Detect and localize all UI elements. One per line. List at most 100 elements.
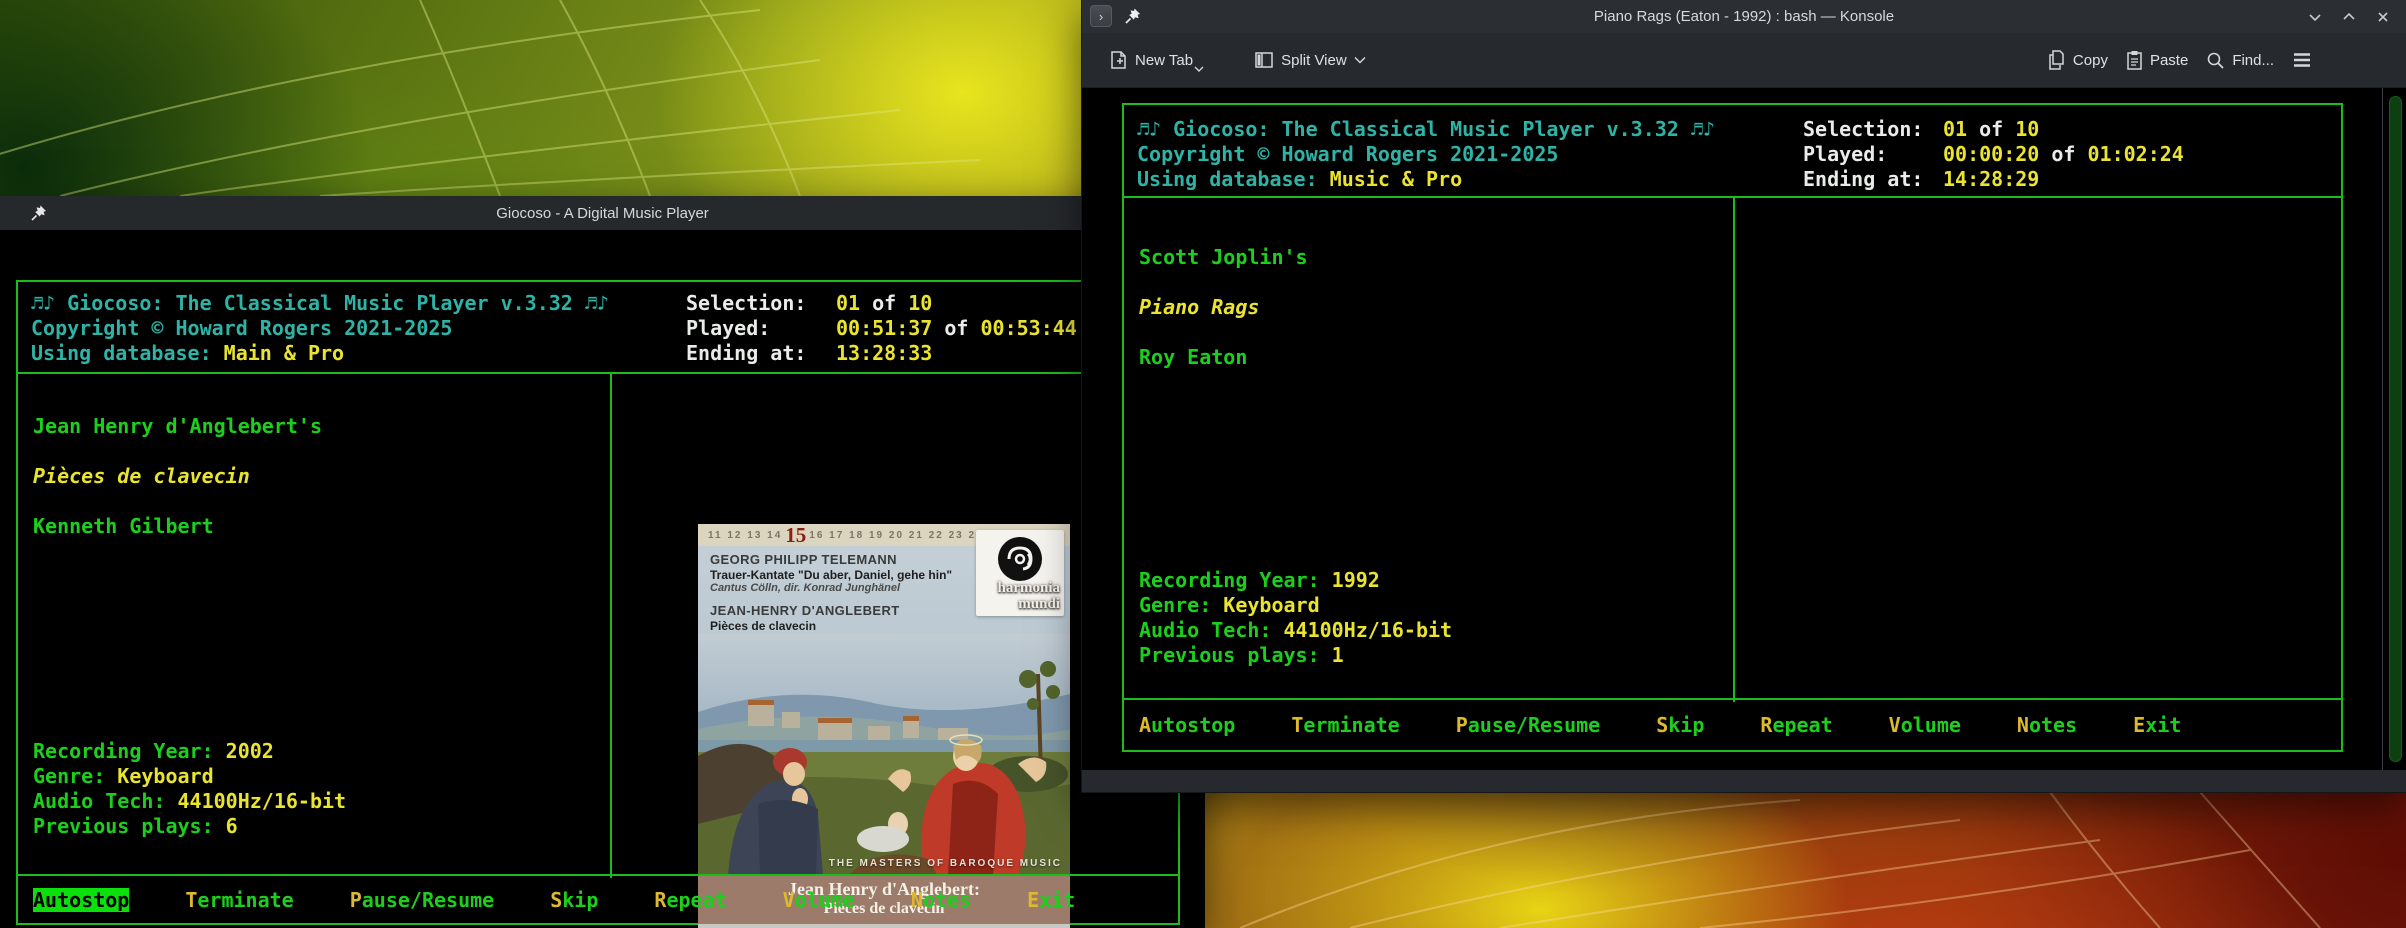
header-app-info: ♬♪ Giocoso: The Classical Music Player v…	[31, 291, 609, 366]
ending-label: Ending at:	[686, 341, 836, 366]
right-window-title: Piano Rags (Eaton - 1992) : bash — Konso…	[1082, 8, 2406, 25]
album-volume-number: 15	[785, 523, 806, 548]
album-work2: Pièces de clavecin	[710, 619, 952, 633]
previous-plays-label: Previous plays:	[1139, 643, 1332, 667]
database-name: Main & Pro	[224, 341, 344, 365]
split-view-button[interactable]: Split View	[1250, 44, 1370, 76]
giocoso-tui-left: ♬♪ Giocoso: The Classical Music Player v…	[16, 280, 1180, 925]
split-view-icon	[1254, 50, 1274, 70]
played-label: Played:	[686, 316, 836, 341]
album-painting	[698, 634, 1070, 876]
menu-item-exit[interactable]: Exit	[1027, 888, 1075, 912]
left-terminal-area: ♬♪ Giocoso: The Classical Music Player v…	[0, 230, 1205, 928]
audio-tech-label: Audio Tech:	[33, 789, 178, 813]
label-name-line2: mundi	[1018, 596, 1060, 613]
paste-icon	[2126, 50, 2143, 70]
search-icon	[2206, 51, 2225, 70]
performer-name: Kenneth Gilbert	[33, 514, 214, 538]
played-total: 00:53:44	[981, 316, 1077, 340]
maximize-icon[interactable]	[2340, 8, 2358, 26]
of-word: of	[860, 291, 908, 315]
copyright-line: Copyright © Howard Rogers 2021-2025	[1137, 142, 1715, 167]
ending-label: Ending at:	[1803, 167, 1943, 192]
menu-item-volume[interactable]: Volume	[783, 888, 855, 912]
album-performers1: Cantus Cölln, dir. Konrad Junghänel	[710, 582, 952, 594]
menu-item-repeat[interactable]: Repeat	[1760, 713, 1832, 737]
audio-tech-label: Audio Tech:	[1139, 618, 1284, 642]
copy-icon	[2048, 50, 2066, 70]
menu-item-autostop[interactable]: Autostop	[1139, 713, 1235, 737]
find-button[interactable]: Find...	[2202, 45, 2278, 76]
paste-label: Paste	[2150, 52, 2188, 69]
now-playing-panel: Jean Henry d'Anglebert's Pièces de clave…	[18, 374, 612, 878]
left-titlebar[interactable]: Giocoso - A Digital Music Player	[0, 196, 1205, 230]
right-titlebar[interactable]: › Piano Rags (Eaton - 1992) : bash — Kon…	[1082, 0, 2406, 33]
tui-body: Scott Joplin's Piano Rags Roy Eaton Reco…	[1124, 198, 2341, 702]
recording-details: Recording Year: 1992 Genre: Keyboard Aud…	[1139, 568, 1452, 668]
previous-plays-label: Previous plays:	[33, 814, 226, 838]
copy-label: Copy	[2073, 52, 2108, 69]
copyright-line: Copyright © Howard Rogers 2021-2025	[31, 316, 609, 341]
composer-name: Scott Joplin's	[1139, 245, 1308, 269]
album-work1: Trauer-Kantate "Du aber, Daniel, gehe hi…	[710, 568, 952, 582]
pin-icon[interactable]	[1124, 7, 1142, 25]
app-title-line: ♬♪ Giocoso: The Classical Music Player v…	[31, 291, 609, 316]
header-app-info: ♬♪ Giocoso: The Classical Music Player v…	[1137, 117, 1715, 192]
menu-item-pause-resume[interactable]: Pause/Resume	[350, 888, 495, 912]
of-word: of	[932, 316, 980, 340]
album-credits: GEORG PHILIPP TELEMANN Trauer-Kantate "D…	[710, 552, 952, 645]
menu-item-pause-resume[interactable]: Pause/Resume	[1456, 713, 1601, 737]
left-window-title: Giocoso - A Digital Music Player	[0, 205, 1205, 222]
scrollbar-thumb[interactable]	[2389, 96, 2402, 762]
ending-time: 14:28:29	[1943, 167, 2039, 192]
copy-button[interactable]: Copy	[2044, 44, 2112, 76]
close-icon[interactable]	[2374, 8, 2392, 26]
genre-value: Keyboard	[117, 764, 213, 788]
tui-menu-bar: Autostop Terminate Pause/Resume Skip Rep…	[18, 874, 1178, 923]
label-name-line1: harmonia	[997, 580, 1060, 597]
album-series-title: THE MASTERS OF BAROQUE MUSIC	[829, 858, 1062, 869]
menu-item-terminate[interactable]: Terminate	[185, 888, 293, 912]
new-tab-button[interactable]: New Tab	[1104, 44, 1214, 76]
show-menubar-button[interactable]: ›	[1090, 5, 1112, 27]
menu-item-notes[interactable]: Notes	[2017, 713, 2077, 737]
previous-plays-value: 6	[226, 814, 238, 838]
giocoso-tui-right: ♬♪ Giocoso: The Classical Music Player v…	[1122, 103, 2343, 752]
window-controls	[2306, 0, 2392, 33]
database-label: Using database:	[31, 341, 224, 365]
new-tab-dropdown-icon[interactable]	[1194, 66, 1204, 73]
menu-item-exit[interactable]: Exit	[2133, 713, 2181, 737]
selection-total: 10	[2015, 117, 2039, 141]
menu-item-terminate[interactable]: Terminate	[1291, 713, 1399, 737]
menu-item-notes[interactable]: Notes	[911, 888, 971, 912]
album-artist2: JEAN-HENRY D'ANGLEBERT	[710, 603, 952, 618]
played-label: Played:	[1803, 142, 1943, 167]
split-view-dropdown-icon[interactable]	[1354, 56, 1366, 64]
minimize-icon[interactable]	[2306, 8, 2324, 26]
pin-icon[interactable]	[30, 204, 48, 222]
selection-total: 10	[908, 291, 932, 315]
menu-item-skip[interactable]: Skip	[1656, 713, 1704, 737]
genre-value: Keyboard	[1223, 593, 1319, 617]
audio-tech-value: 44100Hz/16-bit	[1284, 618, 1453, 642]
work-title: Pièces de clavecin	[33, 464, 250, 488]
window-bottom-edge	[1082, 770, 2406, 792]
menu-item-volume[interactable]: Volume	[1889, 713, 1961, 737]
now-playing-panel: Scott Joplin's Piano Rags Roy Eaton Reco…	[1124, 198, 1735, 702]
album-artist1: GEORG PHILIPP TELEMANN	[710, 552, 952, 567]
work-title: Piano Rags	[1139, 295, 1259, 319]
paste-button[interactable]: Paste	[2122, 44, 2192, 76]
of-word: of	[1967, 117, 2015, 141]
menu-item-skip[interactable]: Skip	[550, 888, 598, 912]
terminal-scrollbar[interactable]	[2382, 88, 2406, 770]
harmonia-mundi-logo: harmonia mundi	[976, 530, 1064, 616]
tui-menu-bar: Autostop Terminate Pause/Resume Skip Rep…	[1124, 698, 2341, 750]
tui-header: ♬♪ Giocoso: The Classical Music Player v…	[18, 282, 1178, 374]
played-total: 01:02:24	[2088, 142, 2184, 166]
menu-item-autostop[interactable]: Autostop	[33, 888, 129, 912]
tui-header: ♬♪ Giocoso: The Classical Music Player v…	[1124, 105, 2341, 198]
menu-item-repeat[interactable]: Repeat	[654, 888, 726, 912]
label-logo-icon	[995, 534, 1045, 584]
hamburger-menu-button[interactable]	[2288, 46, 2316, 74]
played-elapsed: 00:51:37	[836, 316, 932, 340]
